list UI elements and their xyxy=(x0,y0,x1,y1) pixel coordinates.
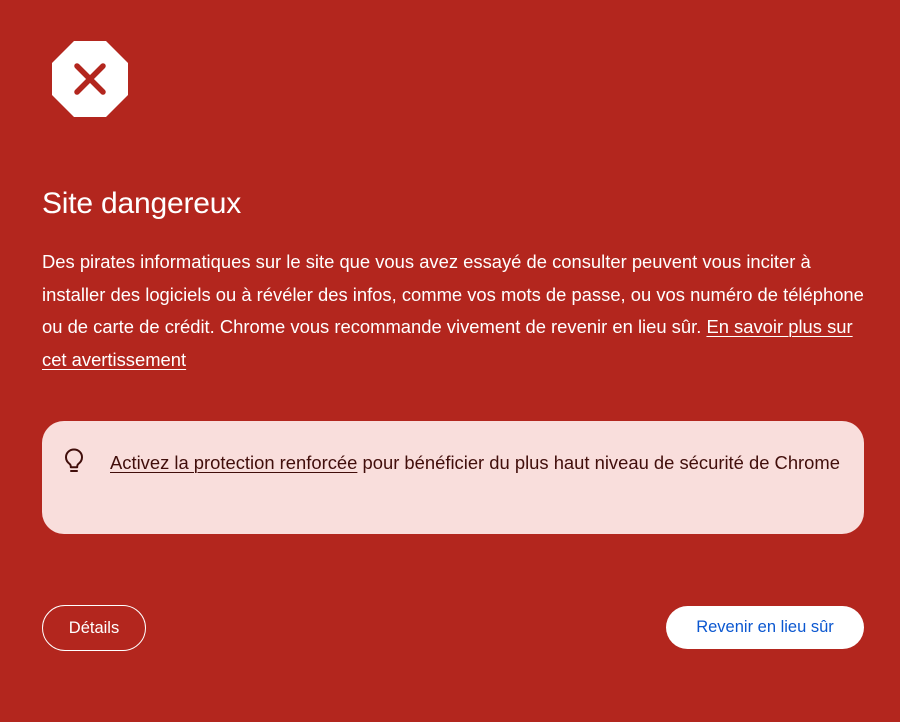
tip-text-rest: pour bénéficier du plus haut niveau de s… xyxy=(362,452,840,473)
danger-octagon-x-icon xyxy=(52,41,128,117)
warning-description: Des pirates informatiques sur le site qu… xyxy=(42,246,872,376)
enhanced-protection-link[interactable]: Activez la protection renforcée xyxy=(110,452,357,473)
enhanced-protection-tip: Activez la protection renforcée pour bén… xyxy=(42,421,864,534)
page-title: Site dangereux xyxy=(42,187,242,220)
lightbulb-icon xyxy=(63,447,85,475)
details-button[interactable]: Détails xyxy=(42,605,146,651)
back-to-safety-button[interactable]: Revenir en lieu sûr xyxy=(666,606,864,649)
tip-text: Activez la protection renforcée pour bén… xyxy=(110,447,850,479)
